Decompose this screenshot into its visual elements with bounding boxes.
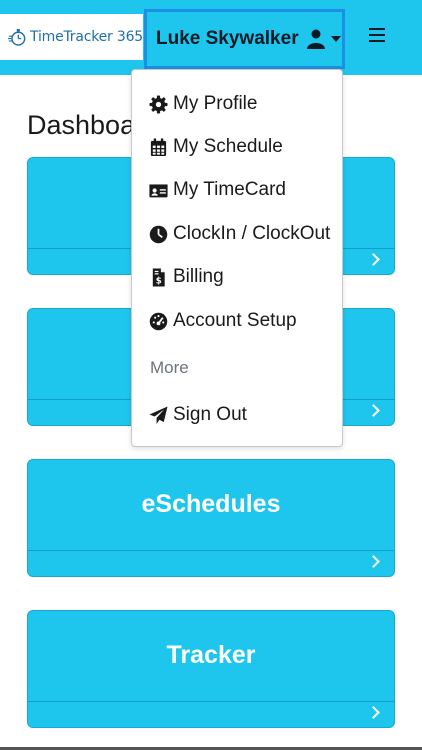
menu-item-label: My Profile xyxy=(173,93,258,114)
user-menu-button[interactable]: Luke Skywalker xyxy=(144,9,345,69)
menu-item-account-setup[interactable]: Account Setup xyxy=(132,302,342,340)
invoice-icon: $ xyxy=(152,267,165,286)
caret-down-icon xyxy=(330,36,341,42)
tachometer-icon xyxy=(149,312,168,330)
menu-item-label: Billing xyxy=(173,266,224,287)
tracker-card[interactable]: Tracker xyxy=(27,610,395,728)
hamburger-menu-icon[interactable] xyxy=(369,28,385,44)
menu-item-label: Account Setup xyxy=(173,310,297,331)
card-title: eSchedules xyxy=(141,490,281,518)
brand-name: TimeTracker 365 xyxy=(30,29,143,45)
chevron-right-icon xyxy=(367,706,380,719)
user-dropdown-menu: My Profile My Schedule My TimeCard Clock… xyxy=(131,69,343,447)
card-footer[interactable] xyxy=(28,550,394,576)
menu-item-label: My TimeCard xyxy=(173,179,286,200)
brand-logo[interactable]: TimeTracker 365 xyxy=(0,14,143,60)
menu-item-my-schedule[interactable]: My Schedule xyxy=(132,128,342,166)
svg-text:$: $ xyxy=(156,276,162,286)
menu-item-label: ClockIn / ClockOut xyxy=(173,223,331,244)
card-title: Tracker xyxy=(166,641,256,669)
menu-item-label: Sign Out xyxy=(173,404,247,425)
eschedules-card[interactable]: eSchedules xyxy=(27,459,395,577)
menu-item-billing[interactable]: $ Billing xyxy=(132,258,342,296)
menu-item-my-profile[interactable]: My Profile xyxy=(132,85,342,123)
stopwatch-logo-icon xyxy=(8,29,26,46)
paper-plane-icon xyxy=(149,405,168,424)
top-navbar: TimeTracker 365 Luke Skywalker xyxy=(0,0,422,75)
menu-item-sign-out[interactable]: Sign Out xyxy=(132,396,342,434)
menu-item-my-timecard[interactable]: My TimeCard xyxy=(132,171,342,209)
card-footer[interactable] xyxy=(28,701,394,727)
calendar-icon xyxy=(150,137,167,156)
gear-icon xyxy=(149,94,168,114)
chevron-right-icon xyxy=(367,555,380,568)
user-name: Luke Skywalker xyxy=(156,28,299,49)
id-card-icon xyxy=(149,183,168,197)
chevron-right-icon xyxy=(367,404,380,417)
clock-icon xyxy=(149,225,168,243)
menu-item-clockin-clockout[interactable]: ClockIn / ClockOut xyxy=(132,215,342,253)
menu-section-header: More xyxy=(150,358,189,377)
chevron-right-icon xyxy=(367,253,380,266)
user-icon xyxy=(306,29,325,49)
menu-item-label: My Schedule xyxy=(173,136,283,157)
